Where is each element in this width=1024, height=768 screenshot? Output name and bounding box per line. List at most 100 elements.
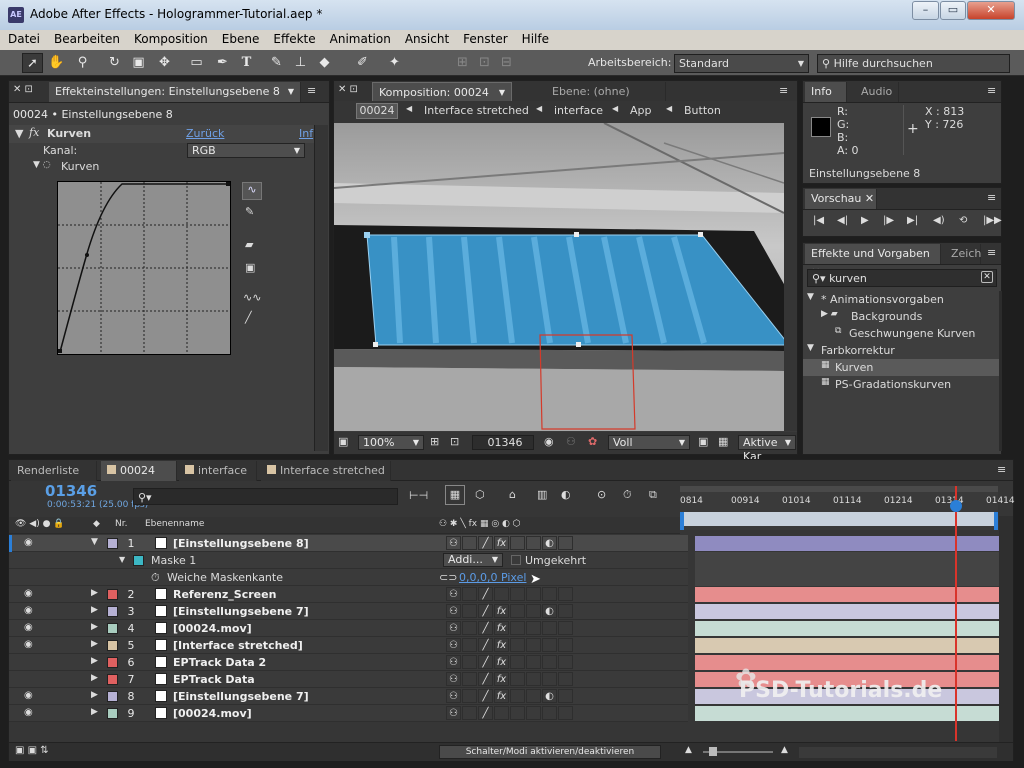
tab-info[interactable]: Info	[805, 82, 847, 102]
selection-tool-icon[interactable]: ➚	[22, 53, 43, 73]
menu-komposition[interactable]: Komposition	[126, 30, 214, 46]
rectangle-tool-icon[interactable]: ▭	[186, 53, 207, 73]
reset-curve-icon[interactable]: ╱	[245, 311, 252, 324]
tab-render-queue[interactable]: Renderliste	[11, 461, 97, 481]
always-preview-icon[interactable]: ▣	[338, 435, 348, 448]
audio-icon[interactable]: ◀)	[933, 215, 945, 226]
smooth-curve-icon[interactable]: ∿∿	[243, 291, 261, 304]
play-icon[interactable]: ▶	[861, 215, 869, 226]
tab-preview[interactable]: Vorschau ✕	[805, 189, 877, 209]
camera-tool-icon[interactable]: ▣	[128, 53, 149, 73]
footer-toggle-icons[interactable]: ▣ ▣ ⇅	[15, 745, 49, 756]
timeline-horizontal-scrollbar[interactable]	[799, 747, 997, 758]
layer-duration-bar[interactable]	[695, 638, 999, 653]
current-time-field[interactable]: 01346	[472, 435, 534, 450]
menu-hilfe[interactable]: Hilfe	[514, 30, 555, 46]
next-frame-icon[interactable]: |▶	[883, 215, 894, 226]
tab-effects-presets[interactable]: Effekte und Vorgaben ✕	[805, 244, 941, 279]
loop-icon[interactable]: ⟲	[959, 215, 967, 226]
tab-comp-00024[interactable]: 00024	[101, 461, 177, 481]
puppet-tool-icon[interactable]: ✦	[384, 53, 405, 73]
presets-panel-menu-icon[interactable]: ≡	[987, 246, 996, 259]
close-button[interactable]: ✕	[967, 1, 1015, 20]
maximize-button[interactable]: ▭	[940, 1, 966, 20]
minimize-button[interactable]: –	[912, 1, 939, 20]
panel-lock-icon[interactable]: ✕ ⊡	[13, 84, 33, 95]
menu-animation[interactable]: Animation	[322, 30, 397, 46]
motion-blur-icon[interactable]: ◐	[561, 488, 571, 501]
curve-point-end[interactable]	[226, 182, 230, 186]
preset-tree-item[interactable]: ▼ Farbkorrektur	[803, 342, 999, 359]
tree-expand-icon[interactable]: ▼	[807, 343, 814, 353]
tab-composition[interactable]: Komposition: 00024 ▼	[372, 82, 512, 102]
prev-frame-icon[interactable]: ◀|	[837, 215, 848, 226]
work-area-bar[interactable]	[680, 486, 998, 492]
pencil-tool-icon[interactable]: ✎	[245, 205, 254, 218]
graph-editor-icon[interactable]: ⧉	[649, 488, 657, 502]
zoom-slider-thumb[interactable]	[709, 747, 717, 756]
presets-search-input[interactable]: ⚲▾ kurven ✕	[807, 269, 997, 287]
eraser-tool-icon[interactable]: ◆	[314, 53, 335, 73]
menu-ebene[interactable]: Ebene	[214, 30, 266, 46]
tab-character[interactable]: Zeich	[945, 244, 981, 264]
timeline-search-input[interactable]: ⚲▾	[133, 488, 398, 505]
curves-plot[interactable]	[58, 182, 230, 354]
composition-image[interactable]	[334, 123, 784, 431]
fx-icon[interactable]: fx	[29, 126, 39, 139]
pen-tool-icon[interactable]: ✒	[212, 53, 233, 73]
crumb-button[interactable]: Button	[684, 104, 721, 117]
mask-vertex[interactable]	[364, 232, 370, 238]
first-frame-icon[interactable]: |◀	[813, 215, 824, 226]
layer-duration-bar[interactable]	[695, 536, 999, 551]
tree-expand-icon[interactable]: ▼	[807, 292, 814, 302]
layer-duration-bar[interactable]	[695, 604, 999, 619]
comp-close-icon[interactable]: ✕ ⊡	[338, 84, 358, 95]
bezier-curve-tool-icon[interactable]: ∿	[242, 182, 262, 200]
panel-menu-icon[interactable]: ≡	[307, 84, 316, 97]
info-panel-menu-icon[interactable]: ≡	[987, 84, 996, 97]
tab-interface-stretched[interactable]: Interface stretched	[261, 461, 391, 481]
ram-preview-icon[interactable]: |▶▶	[983, 215, 1002, 226]
curves-expand-icon[interactable]: ▼ ◌	[33, 160, 51, 170]
layer-duration-bar[interactable]	[695, 706, 999, 721]
channel-icon[interactable]: ✿	[588, 435, 597, 448]
workspace-select[interactable]: Standard ▼	[674, 54, 809, 73]
axis-mode-icon[interactable]: ⊞	[452, 53, 473, 73]
zoom-select[interactable]: 100%	[358, 435, 424, 450]
preset-tree-item[interactable]: ▼ * Animationsvorgaben	[803, 291, 999, 308]
open-folder-icon[interactable]: ▰	[245, 238, 253, 251]
comp-mini-flowchart-icon[interactable]: ⊢⊣	[409, 489, 428, 502]
resolution-select[interactable]: Voll	[608, 435, 690, 450]
camera-select[interactable]: Aktive Kar	[738, 435, 796, 463]
text-tool-icon[interactable]: T	[236, 53, 257, 73]
preset-tree-item[interactable]: ⧉ Geschwungene Kurven	[803, 325, 999, 342]
presets-scrollbar[interactable]	[999, 291, 1002, 451]
help-search-input[interactable]: ⚲ Hilfe durchsuchen	[817, 54, 1010, 73]
menu-ansicht[interactable]: Ansicht	[397, 30, 455, 46]
hand-tool-icon[interactable]: ✋	[46, 53, 67, 73]
timeline-right-scrollbar[interactable]	[999, 516, 1013, 746]
crumb-interface-stretched[interactable]: Interface stretched	[424, 104, 529, 117]
curve-point-mid[interactable]	[85, 253, 89, 257]
layer-duration-bar[interactable]	[695, 587, 999, 602]
curves-graph[interactable]	[57, 181, 231, 355]
zoom-out-icon[interactable]: ▲	[685, 745, 692, 755]
show-snapshot-icon[interactable]: ⚇	[566, 435, 576, 448]
hide-shy-layers-icon[interactable]: ⌂	[509, 488, 516, 501]
rotate-tool-icon[interactable]: ↻	[104, 53, 125, 73]
effect-row[interactable]: ▼ fx Kurven Zurück Inf	[9, 125, 314, 143]
tab-layer[interactable]: Ebene: (ohne)	[546, 82, 666, 102]
snapshot-icon[interactable]: ◉	[544, 435, 554, 448]
crumb-interface[interactable]: interface	[554, 104, 603, 117]
reset-link[interactable]: Zurück	[186, 127, 224, 140]
preset-tree-item[interactable]: ▦ Kurven	[803, 359, 999, 376]
tab-interface[interactable]: interface	[179, 461, 257, 481]
curve-point-start[interactable]	[58, 349, 62, 353]
preview-panel-menu-icon[interactable]: ≡	[987, 191, 996, 204]
safe-zones-icon[interactable]: ⊞	[430, 435, 439, 448]
region-of-interest-icon[interactable]: ▣	[698, 435, 708, 448]
view-axis-icon[interactable]: ⊟	[496, 53, 517, 73]
comp-panel-menu-icon[interactable]: ≡	[779, 84, 788, 97]
frame-blending-icon[interactable]: ▥	[537, 488, 547, 501]
playhead-handle[interactable]	[950, 500, 962, 512]
